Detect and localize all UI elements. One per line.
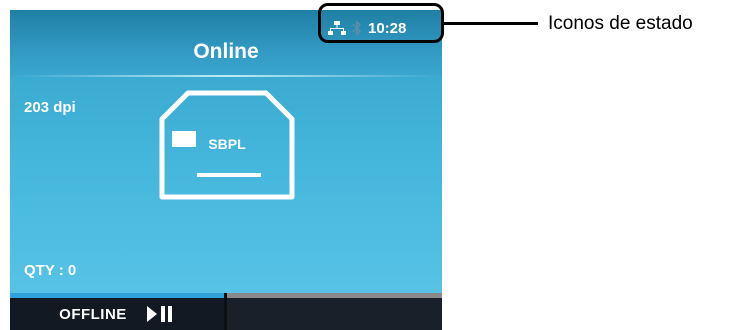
- resolution-label: 203 dpi: [24, 99, 76, 116]
- play-pause-icon: [146, 306, 172, 322]
- printer-display: Online 10:28 203 dpi SBPL QTY : 0 OFFLIN…: [10, 10, 442, 330]
- callout-leader-line: [444, 22, 538, 25]
- offline-label: OFFLINE: [59, 305, 127, 323]
- status-icons-callout-label: Iconos de estado: [548, 13, 693, 34]
- right-softkey[interactable]: [227, 298, 442, 330]
- quantity-label: QTY : 0: [24, 262, 77, 279]
- softkey-bar: OFFLINE: [10, 293, 442, 330]
- status-icons-callout-frame: [318, 3, 444, 43]
- printer-icon: SBPL: [158, 89, 296, 203]
- offline-button[interactable]: OFFLINE: [10, 298, 224, 330]
- title-bar-separator: [10, 75, 442, 77]
- printer-command-label: SBPL: [208, 136, 246, 152]
